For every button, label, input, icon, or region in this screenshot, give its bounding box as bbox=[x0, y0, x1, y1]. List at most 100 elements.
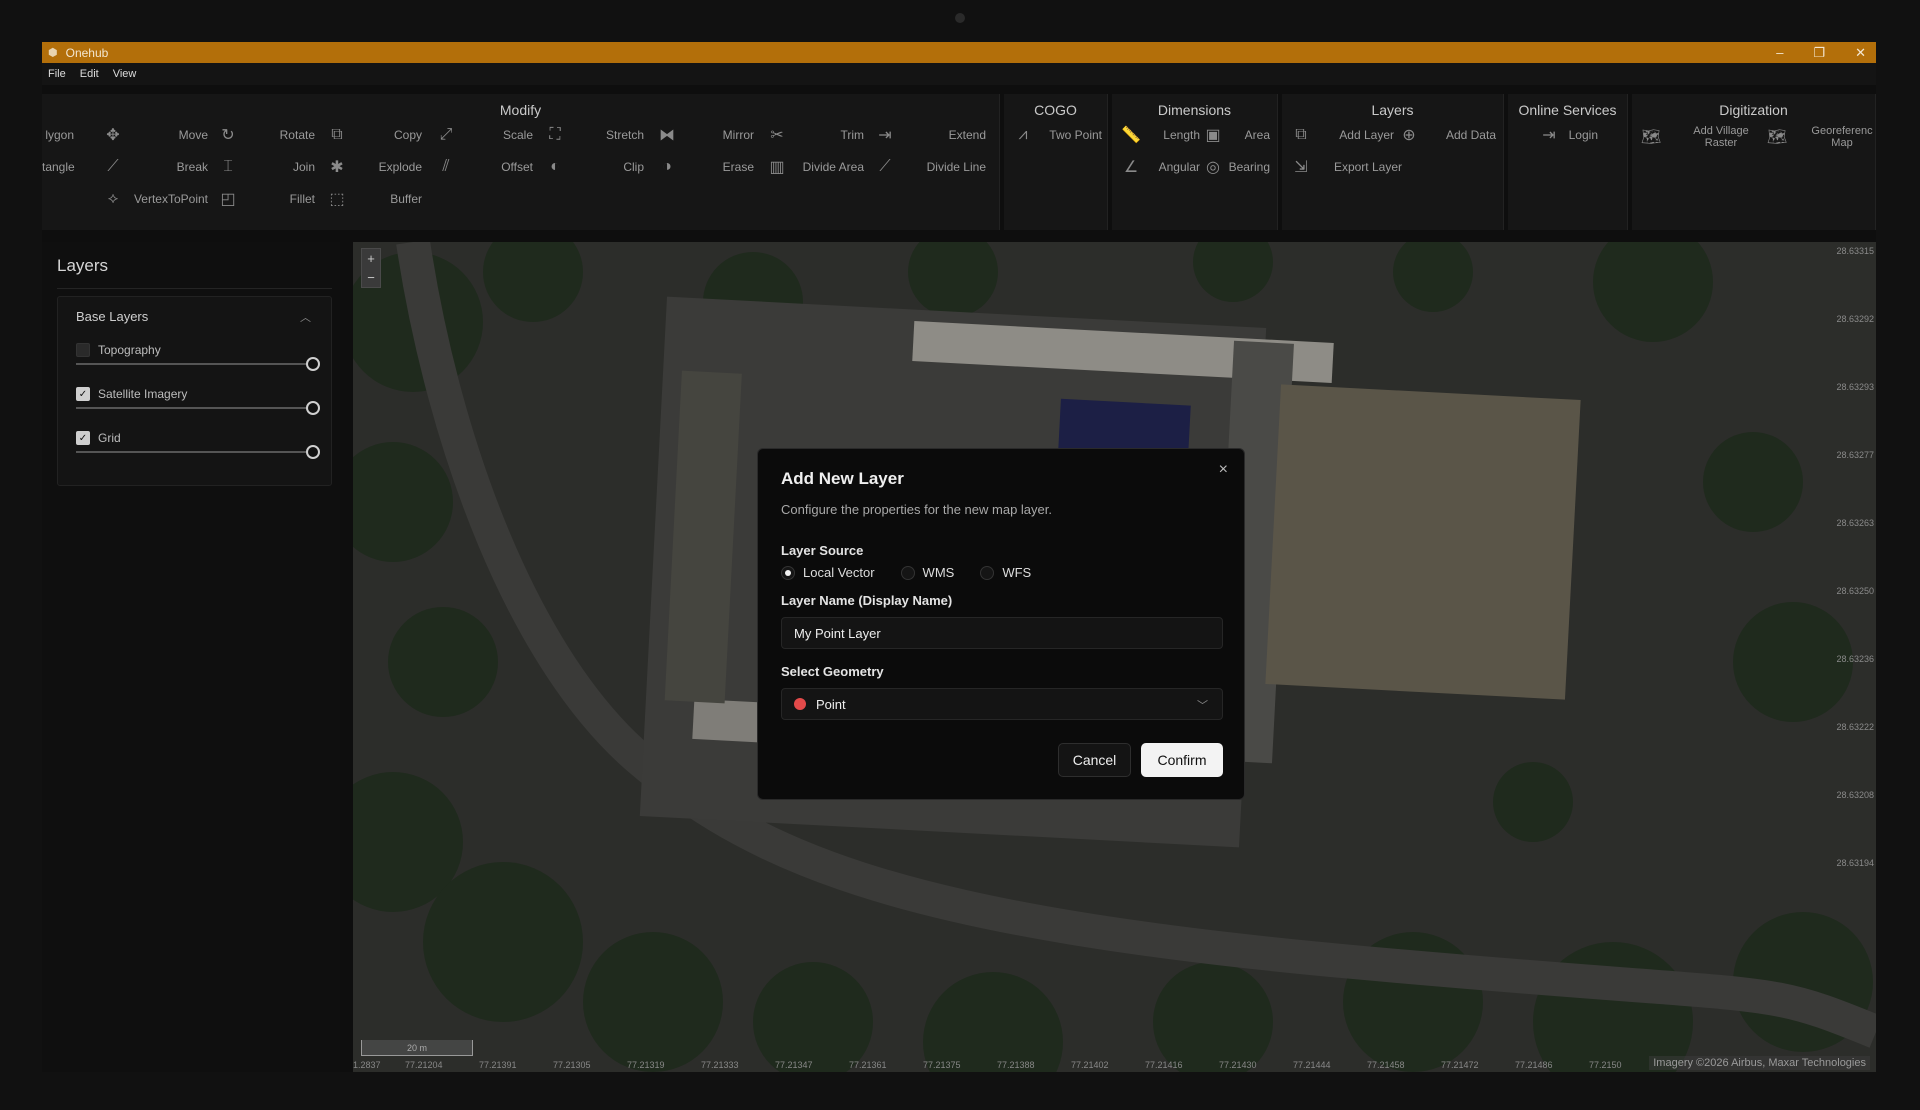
dimensions-group-title: Dimensions bbox=[1157, 102, 1232, 118]
tool-label: Two Point bbox=[1049, 128, 1102, 142]
layer-label: Satellite Imagery bbox=[98, 387, 188, 401]
base-layers-header[interactable]: Base Layers bbox=[76, 309, 148, 324]
lon-label: 77.21319 bbox=[627, 1060, 665, 1070]
app-icon: ⬢ bbox=[48, 47, 58, 59]
radio-label: WMS bbox=[922, 565, 955, 580]
close-icon[interactable]: × bbox=[1219, 461, 1228, 479]
tool-bearing[interactable]: ◎ Bearing bbox=[1202, 154, 1270, 180]
chevron-up-icon[interactable]: ︿ bbox=[300, 309, 311, 325]
opacity-slider-grid[interactable] bbox=[76, 445, 320, 459]
layer-checkbox-satellite-imagery[interactable]: ✓ bbox=[76, 387, 90, 401]
tool-divide-line[interactable]: ⟋ Divide Line bbox=[874, 154, 986, 180]
lat-label: 28.63222 bbox=[1836, 722, 1874, 732]
radio-indicator[interactable] bbox=[980, 565, 995, 580]
tool-length[interactable]: 📏 Length bbox=[1120, 122, 1200, 148]
tool-label: Divide Area bbox=[802, 160, 864, 174]
tool-add-village-raster[interactable]: 🗺 Add Village Raster bbox=[1640, 120, 1758, 154]
device-frame: ⬢ Onehub – ❐ ✕ File Edit View Modify lyg… bbox=[0, 0, 1920, 1110]
tool-vertex-to-point[interactable]: ⟡ VertexToPoint bbox=[102, 186, 208, 212]
camera-dot bbox=[955, 13, 965, 23]
tool-two-point[interactable]: ⩘ Two Point bbox=[1012, 122, 1102, 148]
tool-angular[interactable]: ∠ Angular bbox=[1120, 154, 1200, 180]
tool-copy[interactable]: ⧉ Copy bbox=[326, 122, 422, 148]
tool-rotate[interactable]: ↻ Rotate bbox=[217, 122, 315, 148]
tool-rectangle[interactable]: tangle bbox=[42, 154, 75, 180]
layers-group-title: Layers bbox=[1371, 102, 1414, 118]
layer-item-satellite-imagery: ✓ Satellite Imagery bbox=[76, 387, 320, 427]
radio-label: Local Vector bbox=[803, 565, 875, 580]
layer-name-label: Layer Name (Display Name) bbox=[781, 593, 953, 608]
tool-add-data[interactable]: ⊕ Add Data bbox=[1398, 122, 1496, 148]
layer-checkbox-topography[interactable] bbox=[76, 343, 90, 357]
tool-label: Add Data bbox=[1445, 128, 1496, 142]
geometry-select[interactable]: Point ﹀ bbox=[781, 688, 1223, 720]
slider-thumb[interactable] bbox=[306, 445, 320, 459]
slider-thumb[interactable] bbox=[306, 357, 320, 371]
tool-move[interactable]: ✥ Move bbox=[102, 122, 208, 148]
opacity-slider-topography[interactable] bbox=[76, 357, 320, 371]
opacity-slider-satellite-imagery[interactable] bbox=[76, 401, 320, 415]
tool-login[interactable]: ⇥ Login bbox=[1538, 122, 1598, 148]
zoom-out-button[interactable]: − bbox=[367, 270, 375, 285]
menu-view[interactable]: View bbox=[113, 68, 137, 80]
layer-item-topography: Topography bbox=[76, 343, 320, 383]
tool-explode[interactable]: ✱ Explode bbox=[326, 154, 422, 180]
modify-group: Modify lygon ✥ Move ↻ Rotate ⧉ Copy ⤢ Scale … bbox=[42, 94, 1000, 230]
tool-mirror[interactable]: ⧓ Mirror bbox=[656, 122, 754, 148]
tool-break[interactable]: ⟋ Break bbox=[102, 154, 208, 180]
radio-local-vector[interactable]: Local Vector bbox=[781, 565, 875, 580]
tool-georeference-map[interactable]: 🗺 Georeferenc Map bbox=[1766, 120, 1876, 154]
chevron-down-icon: ﹀ bbox=[1197, 700, 1208, 712]
confirm-button[interactable]: Confirm bbox=[1141, 743, 1223, 777]
offset-icon: ⫽ bbox=[442, 158, 450, 175]
cogo-group-title: COGO bbox=[1034, 102, 1077, 118]
tool-area[interactable]: ▣ Area bbox=[1202, 122, 1270, 148]
tool-polygon[interactable]: lygon bbox=[42, 122, 74, 148]
restore-icon[interactable]: ❐ bbox=[1813, 45, 1825, 61]
modify-group-title: Modify bbox=[499, 102, 542, 118]
tool-label: Break bbox=[176, 160, 208, 174]
tool-label: Move bbox=[178, 128, 208, 142]
tool-fillet[interactable]: ◰ Fillet bbox=[217, 186, 315, 212]
tool-divide-area[interactable]: ▥ Divide Area bbox=[766, 154, 864, 180]
tool-export-layer[interactable]: ⇲ Export Layer bbox=[1290, 154, 1402, 180]
close-window-icon[interactable]: ✕ bbox=[1855, 45, 1866, 61]
point-color-swatch bbox=[794, 698, 806, 710]
radio-wms[interactable]: WMS bbox=[900, 565, 955, 580]
tool-extend[interactable]: ⇥ Extend bbox=[874, 122, 986, 148]
select-geometry-label: Select Geometry bbox=[781, 664, 884, 679]
radio-indicator[interactable] bbox=[781, 565, 795, 580]
tool-add-layer[interactable]: ⧉ Add Layer bbox=[1290, 122, 1394, 148]
tool-clip[interactable]: ◐ Clip bbox=[544, 154, 644, 180]
geometry-select-value: Point bbox=[816, 696, 846, 712]
tool-label: Export Layer bbox=[1333, 160, 1402, 174]
layer-checkbox-grid[interactable]: ✓ bbox=[76, 431, 90, 445]
tool-erase[interactable]: ◑ Erase bbox=[656, 154, 754, 180]
cancel-button[interactable]: Cancel bbox=[1058, 743, 1131, 777]
join-icon: ⌶ bbox=[223, 158, 233, 175]
tool-stretch[interactable]: ⛶ Stretch bbox=[544, 122, 644, 148]
layer-item-grid: ✓ Grid bbox=[76, 431, 320, 471]
tool-buffer[interactable]: ⬚ Buffer bbox=[326, 186, 422, 212]
tool-trim[interactable]: ✂ Trim bbox=[766, 122, 864, 148]
minimize-icon[interactable]: – bbox=[1776, 45, 1783, 60]
ribbon-toolbar: Modify lygon ✥ Move ↻ Rotate ⧉ Copy ⤢ Scale … bbox=[42, 94, 1876, 232]
zoom-in-button[interactable]: + bbox=[367, 251, 375, 266]
tool-join[interactable]: ⌶ Join bbox=[217, 154, 315, 180]
longitude-labels: 1.2837 77.21204 77.21391 77.21305 77.213… bbox=[353, 1058, 1876, 1072]
slider-thumb[interactable] bbox=[306, 401, 320, 415]
tool-label: Copy bbox=[393, 128, 422, 142]
tool-offset[interactable]: ⫽ Offset bbox=[435, 154, 533, 180]
tool-label: Extend bbox=[948, 128, 986, 142]
tool-scale[interactable]: ⤢ Scale bbox=[435, 122, 533, 148]
radio-indicator[interactable] bbox=[900, 565, 915, 580]
radio-wfs[interactable]: WFS bbox=[980, 565, 1031, 580]
layer-name-input[interactable]: My Point Layer bbox=[781, 617, 1223, 649]
menu-edit[interactable]: Edit bbox=[80, 68, 99, 80]
layers-panel: Layers Base Layers ︿ Topography ✓ Satell… bbox=[42, 242, 340, 1072]
layer-name-value: My Point Layer bbox=[794, 625, 881, 641]
add-layer-icon: ⧉ bbox=[1295, 126, 1307, 143]
latitude-labels: 28.63315 28.63292 28.63293 28.63277 28.6… bbox=[1826, 242, 1876, 1072]
menu-file[interactable]: File bbox=[48, 68, 66, 80]
lat-label: 28.63236 bbox=[1836, 654, 1874, 664]
